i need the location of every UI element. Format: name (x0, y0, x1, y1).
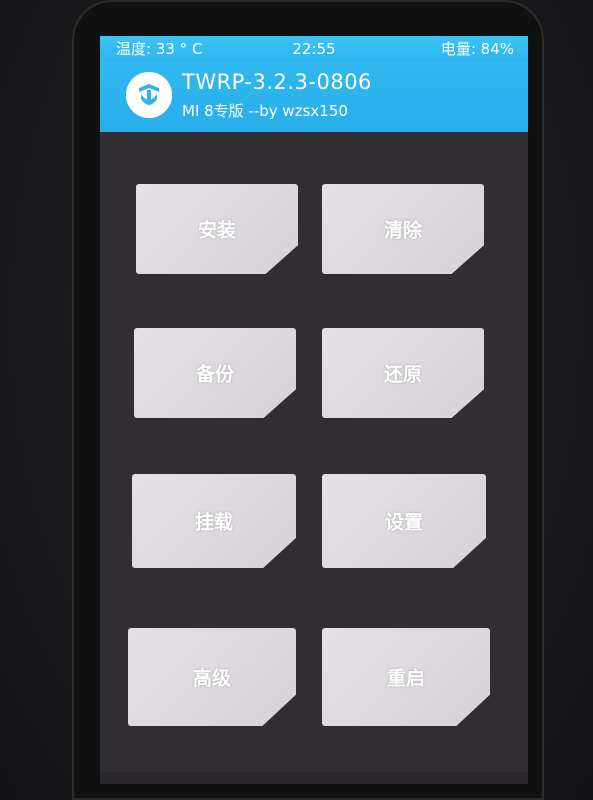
advanced-button[interactable]: 高级 (128, 628, 296, 726)
app-title: TWRP-3.2.3-0806 (182, 70, 372, 94)
battery-readout: 电量: 84% (440, 40, 514, 58)
settings-label: 设置 (384, 511, 423, 534)
app-subtitle: MI 8专版 --by wzsx150 (182, 102, 348, 120)
backup-button[interactable]: 备份 (134, 328, 296, 418)
wipe-button[interactable]: 清除 (322, 184, 484, 274)
wipe-label: 清除 (383, 219, 422, 242)
reboot-button[interactable]: 重启 (322, 628, 490, 726)
bottom-nav-area (100, 772, 528, 784)
install-button[interactable]: 安装 (136, 184, 298, 274)
restore-button[interactable]: 还原 (322, 328, 484, 418)
twrp-logo-icon (126, 72, 172, 118)
mount-label: 挂载 (194, 511, 233, 534)
advanced-label: 高级 (192, 667, 231, 690)
backup-label: 备份 (195, 363, 234, 386)
reboot-label: 重启 (386, 667, 425, 690)
settings-button[interactable]: 设置 (322, 474, 486, 568)
status-bar: 温度: 33 ° C 22:55 电量: 84% (100, 36, 528, 62)
app-header: TWRP-3.2.3-0806 MI 8专版 --by wzsx150 (100, 62, 528, 132)
mount-button[interactable]: 挂载 (132, 474, 296, 568)
twrp-screen: 温度: 33 ° C 22:55 电量: 84% TWRP-3.2.3-0806… (100, 36, 528, 784)
install-label: 安装 (197, 219, 236, 242)
restore-label: 还原 (383, 363, 422, 386)
